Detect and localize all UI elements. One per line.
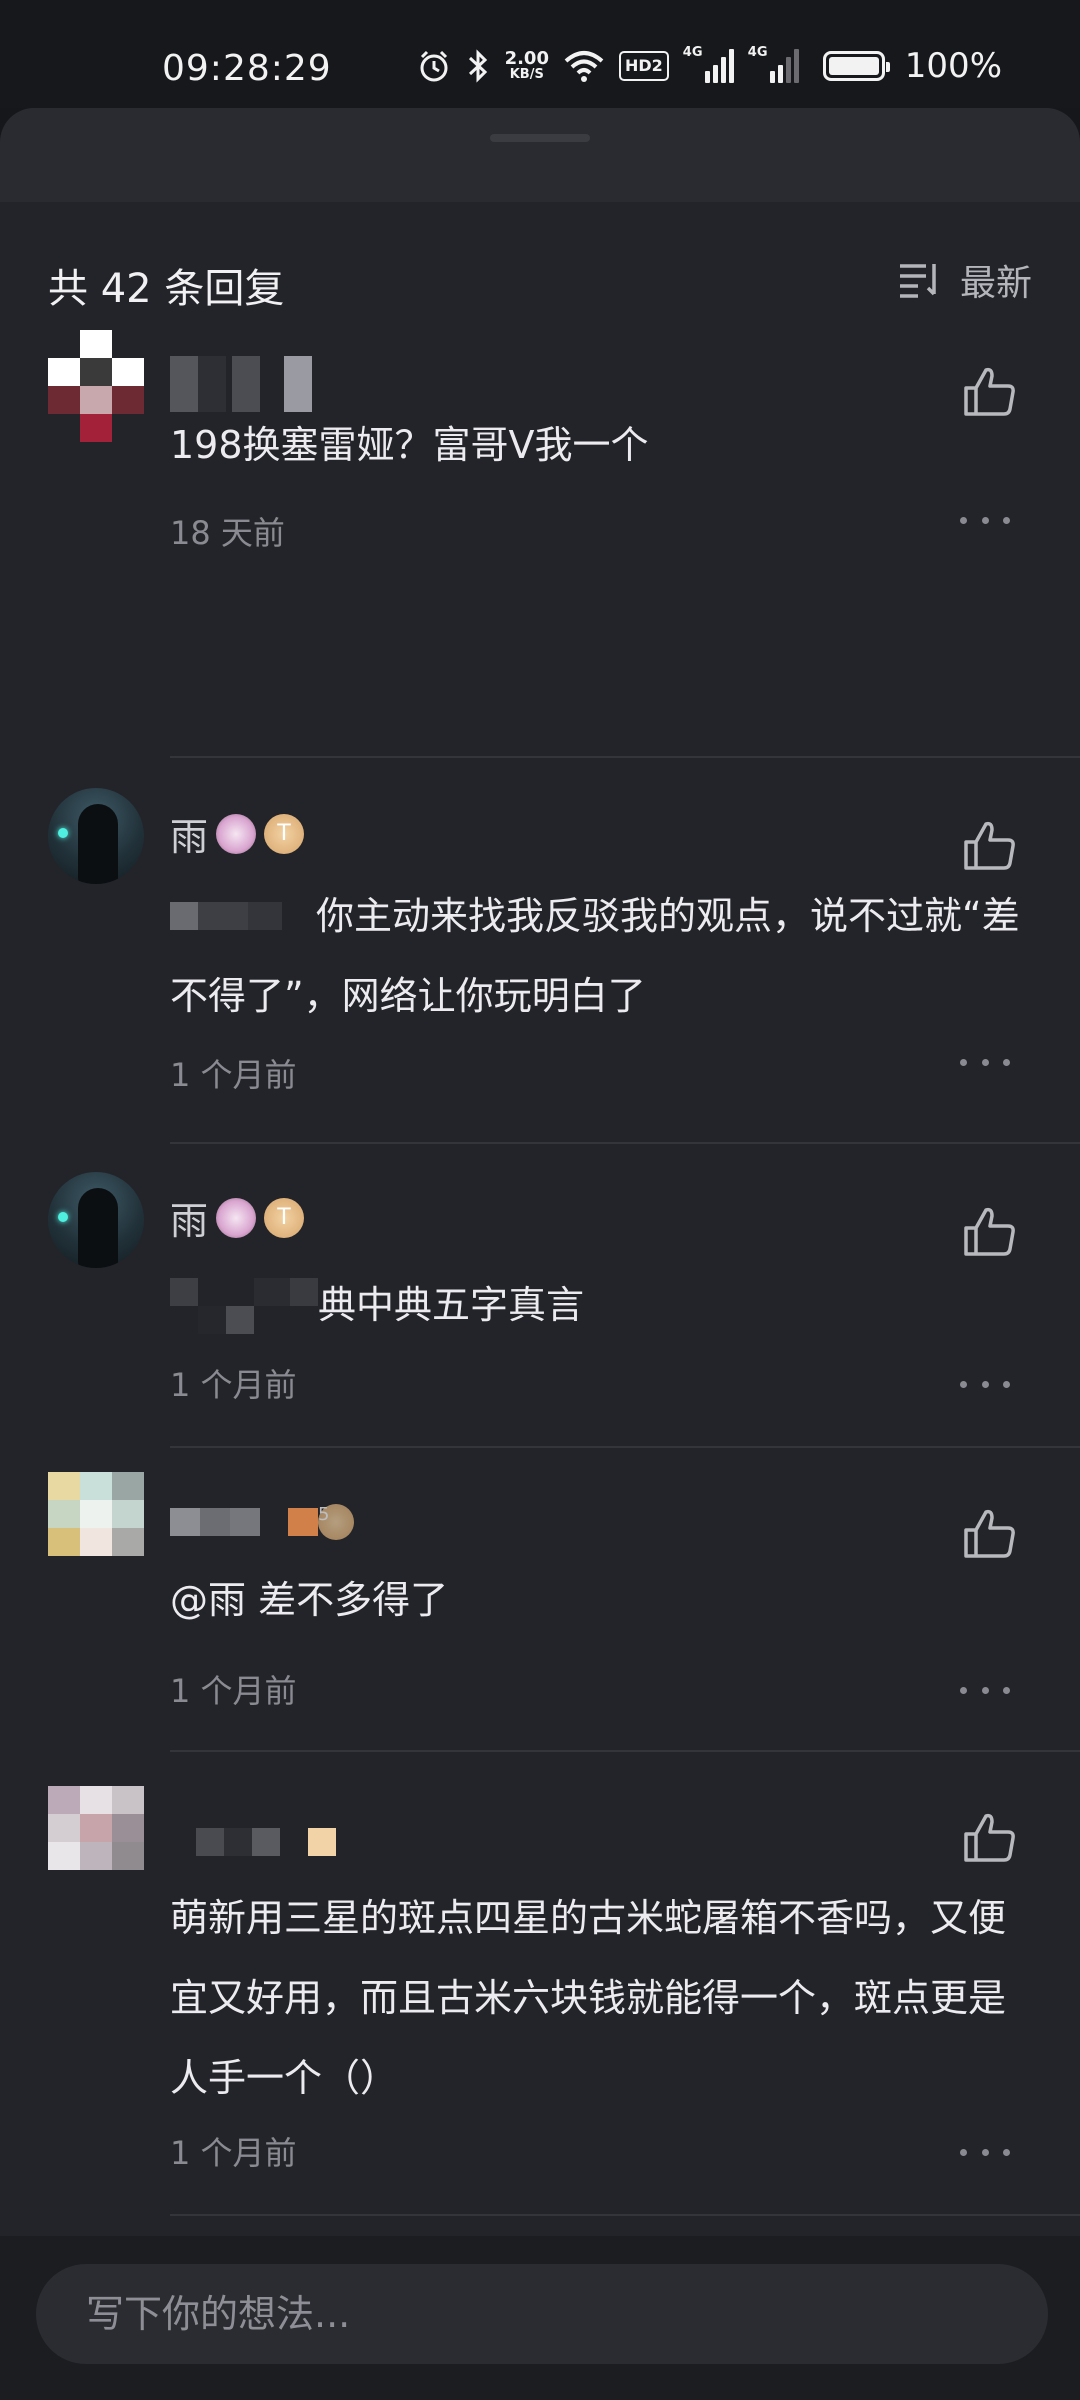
thumbs-up-icon xyxy=(964,1509,1015,1558)
comment-time: 1 个月前 xyxy=(170,2134,297,2172)
alarm-icon xyxy=(420,50,448,82)
hd-icon: HD2 xyxy=(618,51,669,81)
mention-blurred xyxy=(170,1278,318,1334)
like-button[interactable] xyxy=(960,1202,1020,1262)
signal-icon: 4G xyxy=(748,45,799,83)
sort-label: 最新 xyxy=(959,263,1032,304)
like-button[interactable] xyxy=(960,362,1020,422)
avatar[interactable] xyxy=(48,1472,144,1556)
comment-time: 18 天前 xyxy=(170,514,285,552)
sort-button[interactable]: 最新 xyxy=(898,254,1032,306)
thumbs-up-icon xyxy=(964,1207,1015,1256)
comment-time: 1 个月前 xyxy=(170,1366,297,1404)
level-badge: 5 xyxy=(318,1504,354,1540)
status-bar: 09:28:29 2.00 KB/S HD2 4G 4G 100% xyxy=(0,0,1080,108)
comment-input-bar xyxy=(0,2236,1080,2400)
level-badge: T xyxy=(264,813,305,854)
signal-icon: 4G xyxy=(683,45,734,83)
avatar[interactable] xyxy=(48,1786,144,1870)
avatar[interactable] xyxy=(48,1172,144,1268)
fan-badge-icon xyxy=(216,1197,257,1238)
username[interactable]: 雨 T xyxy=(170,806,305,861)
comment-item: 萌新用三星的斑点四星的古米蛇屠箱不香吗，又便宜又好用，而且古米六块钱就能得一个，… xyxy=(0,1752,1080,2216)
comment-text[interactable]: @雨 差不多得了 xyxy=(170,1560,1050,1640)
replies-header: 共 42 条回复 最新 xyxy=(0,202,1080,330)
net-speed-unit: KB/S xyxy=(509,67,544,82)
battery-percent: 100% xyxy=(904,46,1002,86)
comment-text[interactable]: 典中典五字真言 xyxy=(318,1270,1038,1340)
comment-text[interactable]: 198换塞雷娅？富哥V我一个 xyxy=(170,410,1050,480)
comment-time: 1 个月前 xyxy=(170,1056,297,1094)
net-speed: 2.00 KB/S xyxy=(505,50,549,82)
comment-item: 雨 T 你主动来找我反驳我的观点，说不过就“差不得了”，网络让你玩明白了 1 个… xyxy=(0,758,1080,1144)
fan-badge-icon xyxy=(216,813,257,854)
comment-item: 198换塞雷娅？富哥V我一个 18 天前 xyxy=(0,330,1080,758)
bluetooth-icon xyxy=(468,49,487,83)
level-badge: T xyxy=(264,1197,305,1238)
avatar[interactable] xyxy=(48,330,144,442)
replies-sheet: 共 42 条回复 最新 198换塞雷娅？富哥V我一个 18 天前 雨 T 你主动… xyxy=(0,108,1080,2400)
comment-text[interactable]: 你主动来找我反驳我的观点，说不过就“差不得了”，网络让你玩明白了 xyxy=(170,876,1050,1036)
username[interactable]: 雨 T xyxy=(170,1190,305,1245)
username-blurred[interactable] xyxy=(170,356,312,412)
sort-icon xyxy=(899,264,936,298)
thumbs-up-icon xyxy=(964,821,1015,870)
more-options-button[interactable] xyxy=(960,1052,1010,1072)
more-options-button[interactable] xyxy=(960,1374,1010,1394)
drag-handle[interactable] xyxy=(490,134,590,142)
sheet-top-area[interactable] xyxy=(0,108,1080,202)
avatar[interactable] xyxy=(48,788,144,884)
username-text: 雨 xyxy=(170,1199,209,1243)
battery-icon xyxy=(822,51,890,81)
signal-label: 4G xyxy=(682,45,703,60)
username-blurred[interactable]: 5 xyxy=(170,1504,354,1540)
thumbs-up-icon xyxy=(964,1813,1015,1862)
comment-item: 5 @雨 差不多得了 1 个月前 xyxy=(0,1448,1080,1752)
more-options-button[interactable] xyxy=(960,2142,1010,2162)
more-options-button[interactable] xyxy=(960,510,1010,530)
more-options-button[interactable] xyxy=(960,1680,1010,1700)
like-button[interactable] xyxy=(960,1504,1020,1564)
thumbs-up-icon xyxy=(964,367,1015,416)
comment-text[interactable]: 萌新用三星的斑点四星的古米蛇屠箱不香吗，又便宜又好用，而且古米六块钱就能得一个，… xyxy=(170,1878,1020,2118)
like-button[interactable] xyxy=(960,816,1020,876)
signal-label: 4G xyxy=(747,45,768,60)
comment-input[interactable] xyxy=(36,2264,1048,2364)
status-icons: 2.00 KB/S HD2 4G 4G 100% xyxy=(417,44,1002,88)
username-text: 雨 xyxy=(170,815,209,859)
net-speed-value: 2.00 xyxy=(504,48,549,69)
username-blurred[interactable] xyxy=(196,1828,336,1856)
like-button[interactable] xyxy=(960,1808,1020,1868)
reply-count: 共 42 条回复 xyxy=(48,266,285,312)
comment-time: 1 个月前 xyxy=(170,1672,297,1710)
status-time: 09:28:29 xyxy=(162,48,332,89)
wifi-icon xyxy=(564,51,604,82)
comment-item: 雨 T 典中典五字真言 1 个月前 xyxy=(0,1144,1080,1448)
